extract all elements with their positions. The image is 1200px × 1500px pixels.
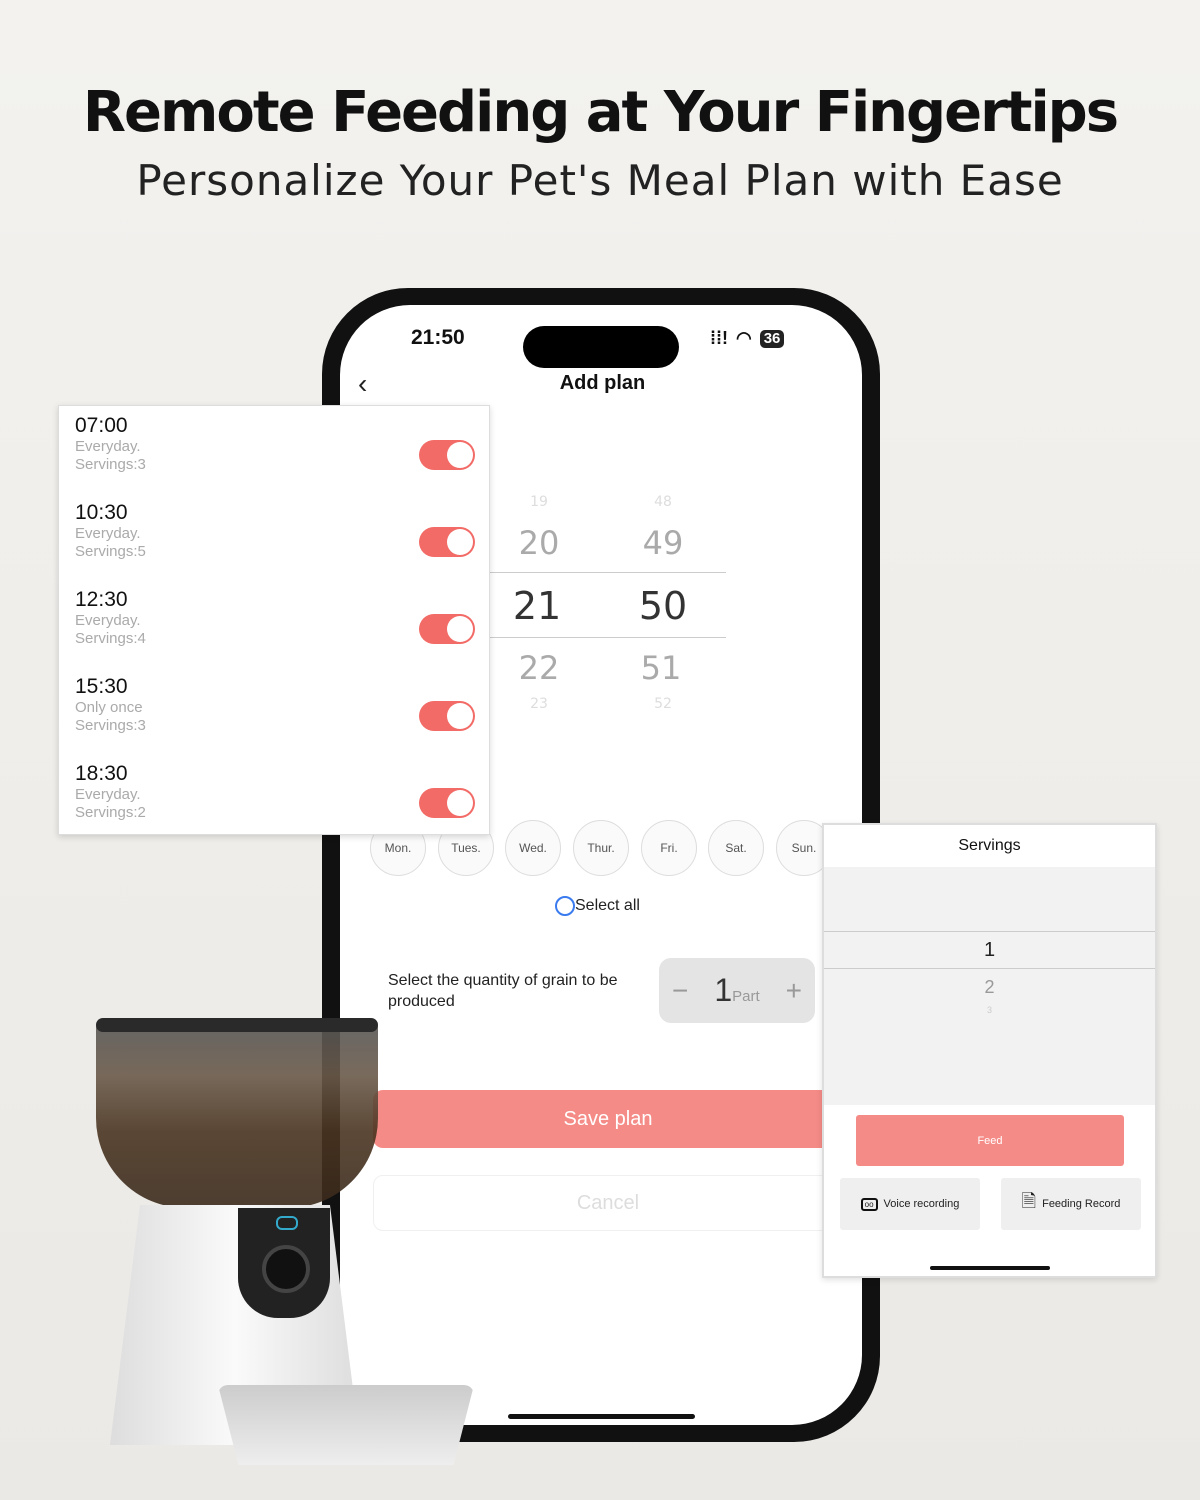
minute-option[interactable]: 48	[623, 494, 703, 510]
picker-divider	[490, 637, 726, 638]
signal-icon: ⁞⁞!	[710, 328, 728, 348]
radio-icon	[555, 896, 575, 916]
schedule-time: 18:30	[75, 762, 128, 785]
feeder-hopper	[96, 1018, 378, 1208]
day-fri[interactable]: Fri.	[641, 820, 697, 876]
schedule-servings: Servings:3	[75, 717, 146, 734]
hour-selected[interactable]: 21	[497, 584, 577, 628]
hour-option[interactable]: 22	[499, 649, 579, 687]
minus-button[interactable]: −	[672, 975, 688, 1007]
minute-option[interactable]: 49	[623, 524, 703, 562]
hour-option[interactable]: 20	[499, 524, 579, 562]
battery-icon: 36	[759, 329, 785, 348]
cancel-button[interactable]: Cancel	[373, 1175, 843, 1231]
feeding-schedule-card: 07:00 Everyday. Servings:3 10:30 Everyday. S…	[58, 405, 490, 835]
hour-option[interactable]: 19	[499, 494, 579, 510]
schedule-repeat: Everyday.	[75, 612, 141, 629]
select-all-radio[interactable]: Select all	[555, 896, 640, 916]
schedule-row[interactable]: 10:30 Everyday. Servings:5	[75, 501, 475, 588]
schedule-toggle[interactable]	[419, 788, 475, 818]
minute-selected[interactable]: 50	[623, 584, 703, 628]
schedule-time: 15:30	[75, 675, 128, 698]
plus-button[interactable]: +	[786, 975, 802, 1007]
schedule-repeat: Everyday.	[75, 525, 141, 542]
save-plan-button[interactable]: Save plan	[373, 1090, 843, 1148]
status-time: 21:50	[411, 326, 465, 349]
day-wed[interactable]: Wed.	[505, 820, 561, 876]
wifi-icon: ◠	[735, 328, 752, 348]
chevron-left-icon[interactable]: ‹	[358, 368, 367, 400]
day-thu[interactable]: Thur.	[573, 820, 629, 876]
dynamic-island	[523, 326, 679, 368]
page-title: Add plan	[559, 372, 646, 394]
schedule-row[interactable]: 15:30 Only once Servings:3	[75, 675, 475, 762]
feeder-bowl	[218, 1385, 474, 1465]
feeder-lid	[96, 1018, 378, 1032]
picker-divider	[490, 572, 726, 573]
schedule-time: 12:30	[75, 588, 128, 611]
home-indicator	[930, 1266, 1050, 1270]
servings-picker[interactable]: 1 2 3	[824, 867, 1155, 1105]
camera-icon	[262, 1245, 310, 1293]
servings-panel: Servings 1 2 3 Feed oo Voice recording 🗎 F…	[822, 823, 1157, 1278]
voice-recording-label: Voice recording	[883, 1198, 960, 1210]
status-icons: ⁞⁞! ◠ 36	[710, 328, 785, 349]
schedule-row[interactable]: 12:30 Everyday. Servings:4	[75, 588, 475, 675]
schedule-servings: Servings:4	[75, 630, 146, 647]
quantity-value-group: 1Part	[714, 972, 759, 1009]
home-indicator	[508, 1414, 695, 1419]
feeding-record-button[interactable]: 🗎 Feeding Record	[1001, 1178, 1141, 1230]
schedule-toggle[interactable]	[419, 701, 475, 731]
indicator-light	[276, 1216, 298, 1230]
voice-recording-button[interactable]: oo Voice recording	[840, 1178, 980, 1230]
schedule-repeat: Only once	[75, 699, 143, 716]
day-sat[interactable]: Sat.	[708, 820, 764, 876]
schedule-toggle[interactable]	[419, 440, 475, 470]
schedule-repeat: Everyday.	[75, 786, 141, 803]
servings-option[interactable]: 2	[824, 977, 1155, 998]
schedule-servings: Servings:3	[75, 456, 146, 473]
schedule-servings: Servings:5	[75, 543, 146, 560]
minute-option[interactable]: 51	[621, 649, 701, 687]
quantity-value: 1	[714, 972, 733, 1008]
quantity-stepper[interactable]: − 1Part +	[659, 958, 815, 1023]
feeding-record-label: Feeding Record	[1042, 1198, 1121, 1210]
schedule-time: 10:30	[75, 501, 128, 524]
schedule-servings: Servings:2	[75, 804, 146, 821]
document-icon: 🗎	[1021, 1191, 1037, 1211]
servings-title: Servings	[958, 837, 1021, 854]
quantity-label: Select the quantity of grain to be produ…	[388, 972, 618, 1010]
quantity-unit: Part	[732, 988, 760, 1005]
schedule-toggle[interactable]	[419, 527, 475, 557]
schedule-row[interactable]: 18:30 Everyday. Servings:2	[75, 762, 475, 849]
schedule-toggle[interactable]	[419, 614, 475, 644]
servings-selected[interactable]: 1	[824, 939, 1155, 962]
cassette-icon: oo	[860, 1197, 878, 1211]
minute-option[interactable]: 52	[623, 696, 703, 712]
headline-subtitle: Personalize Your Pet's Meal Plan with Ea…	[136, 156, 1064, 205]
schedule-repeat: Everyday.	[75, 438, 141, 455]
servings-option[interactable]: 3	[824, 1005, 1155, 1015]
select-all-label: Select all	[575, 897, 640, 914]
headline-title: Remote Feeding at Your Fingertips	[82, 80, 1119, 145]
schedule-time: 07:00	[75, 414, 128, 437]
feed-button[interactable]: Feed	[856, 1115, 1124, 1166]
hour-option[interactable]: 23	[499, 696, 579, 712]
schedule-row[interactable]: 07:00 Everyday. Servings:3	[75, 414, 475, 501]
